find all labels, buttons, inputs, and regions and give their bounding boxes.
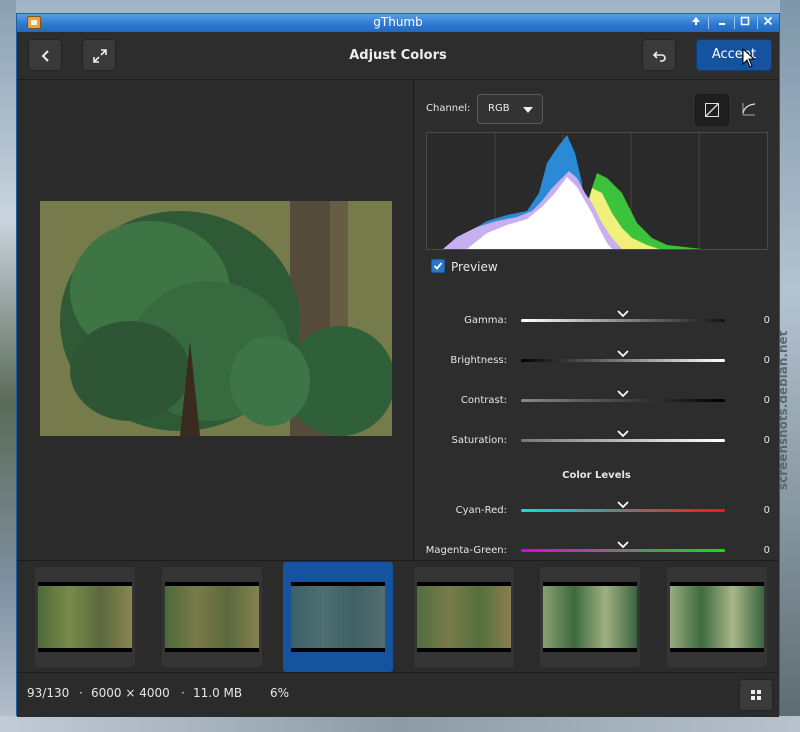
wm-minimize-button[interactable] xyxy=(714,16,730,30)
color-levels-title: Color Levels xyxy=(562,470,631,481)
brightness-slider-handle[interactable] xyxy=(617,350,629,360)
image-dimensions: 6000 × 4000 xyxy=(91,686,170,700)
wm-separator xyxy=(757,17,758,29)
status-separator: · xyxy=(181,686,185,700)
status-separator: · xyxy=(79,686,83,700)
contrast-slider-handle[interactable] xyxy=(617,390,629,400)
thumbnail-strip xyxy=(17,561,779,672)
header-bar: Adjust Colors Accept xyxy=(17,32,779,80)
saturation-label: Saturation: xyxy=(451,435,508,446)
desktop-edge-bottom xyxy=(0,716,800,732)
arrow-up-icon xyxy=(692,17,700,25)
grid-icon xyxy=(751,690,761,700)
check-icon xyxy=(433,262,443,270)
magenta-green-label: Magenta-Green: xyxy=(425,545,507,556)
app-window: gThumb Adjust Colors Accept Channel: RGB… xyxy=(16,13,780,717)
channel-value: RGB xyxy=(488,103,510,114)
thumbnail-1[interactable] xyxy=(35,567,135,667)
maximize-icon xyxy=(740,16,750,26)
thumbnail-frame xyxy=(417,582,511,652)
histogram-graphic xyxy=(443,133,702,249)
brightness-value: 0 xyxy=(763,355,770,366)
wm-close-button[interactable] xyxy=(760,16,776,30)
status-bar: 93/130 · 6000 × 4000 · 11.0 MB 6% xyxy=(17,672,779,717)
thumbnails-toggle-button[interactable] xyxy=(739,679,773,711)
preview-image xyxy=(40,201,392,436)
thumbnail-4[interactable] xyxy=(414,567,514,667)
preview-label: Preview xyxy=(451,260,498,274)
adjust-colors-panel: Channel: RGB Preview Gamma: 0 Brightness… xyxy=(414,80,779,560)
preview-checkbox[interactable] xyxy=(431,259,445,273)
thumbnail-6[interactable] xyxy=(667,567,767,667)
cyan-red-slider-handle[interactable] xyxy=(617,501,629,511)
magenta-green-value: 0 xyxy=(763,545,770,556)
gamma-value: 0 xyxy=(763,315,770,326)
log-scale-icon xyxy=(742,103,756,116)
image-position: 93/130 xyxy=(27,686,70,700)
wm-separator xyxy=(734,17,735,29)
linear-histogram-button[interactable] xyxy=(695,94,729,126)
wm-maximize-button[interactable] xyxy=(737,16,753,30)
saturation-value: 0 xyxy=(763,435,770,446)
window-title: gThumb xyxy=(373,15,423,29)
wm-separator xyxy=(708,17,709,29)
close-icon xyxy=(763,16,773,26)
minimize-icon xyxy=(719,23,725,25)
photo-graphic xyxy=(40,201,392,436)
thumbnail-frame xyxy=(291,582,385,652)
file-size: 11.0 MB xyxy=(193,686,243,700)
linear-scale-icon xyxy=(705,103,719,117)
window-titlebar[interactable]: gThumb xyxy=(17,14,779,32)
thumbnail-2[interactable] xyxy=(162,567,262,667)
gamma-slider-handle[interactable] xyxy=(617,310,629,320)
caret-down-icon xyxy=(523,107,533,113)
channel-select[interactable]: RGB xyxy=(477,94,543,124)
thumbnail-5[interactable] xyxy=(540,567,640,667)
magenta-green-slider-handle[interactable] xyxy=(617,541,629,551)
image-viewer[interactable] xyxy=(17,80,413,560)
thumbnail-frame xyxy=(543,582,637,652)
brightness-label: Brightness: xyxy=(450,355,507,366)
desktop-edge-left xyxy=(0,0,16,732)
contrast-label: Contrast: xyxy=(460,395,507,406)
cyan-red-label: Cyan-Red: xyxy=(455,505,507,516)
thumbnail-frame xyxy=(38,582,132,652)
gamma-label: Gamma: xyxy=(464,315,507,326)
thumbnail-3-selected[interactable] xyxy=(283,562,393,672)
undo-icon xyxy=(652,51,666,62)
log-histogram-button[interactable] xyxy=(733,94,767,126)
saturation-slider-handle[interactable] xyxy=(617,430,629,440)
thumbnail-frame xyxy=(165,582,259,652)
histogram xyxy=(426,132,768,250)
mouse-pointer-icon xyxy=(742,48,756,68)
thumbnail-frame xyxy=(670,582,764,652)
wm-keep-above-button[interactable] xyxy=(688,16,704,30)
zoom-level: 6% xyxy=(270,686,290,700)
channel-label: Channel: xyxy=(426,103,471,114)
cyan-red-value: 0 xyxy=(763,505,770,516)
contrast-value: 0 xyxy=(763,395,770,406)
undo-button[interactable] xyxy=(642,39,676,71)
accept-button[interactable]: Accept xyxy=(696,39,772,71)
